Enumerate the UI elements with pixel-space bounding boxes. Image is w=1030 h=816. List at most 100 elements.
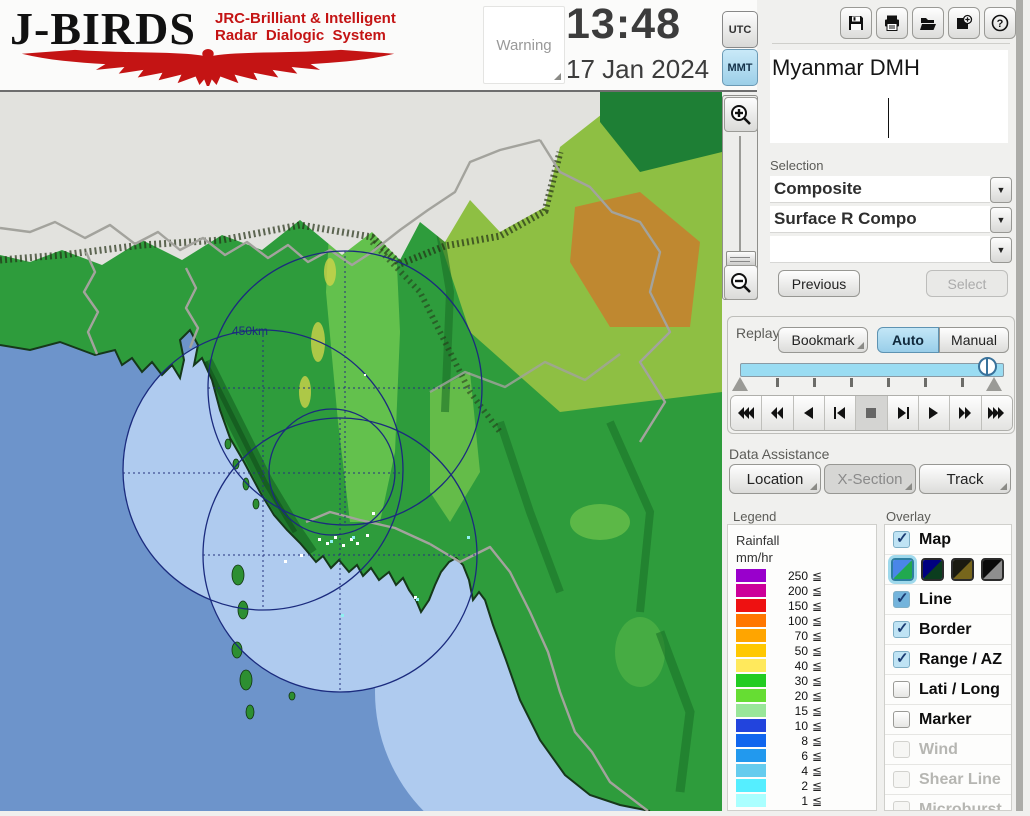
zoom-out-button[interactable]: [724, 265, 758, 300]
bookmark-button[interactable]: Bookmark: [778, 327, 868, 353]
skip-last-button[interactable]: [887, 396, 919, 430]
play-reverse-button[interactable]: [793, 396, 825, 430]
location-button[interactable]: Location: [729, 464, 821, 494]
legend-title: Rainfall mm/hr: [736, 533, 780, 565]
overlay-checkbox[interactable]: [893, 649, 910, 668]
overlay-checkbox[interactable]: [893, 801, 910, 810]
select-button[interactable]: Select: [926, 270, 1008, 297]
replay-slider-thumb[interactable]: [978, 357, 997, 376]
utc-button[interactable]: UTC: [722, 11, 758, 48]
legend-color-swatch: [736, 629, 766, 642]
overlay-row[interactable]: Shear Line: [885, 765, 1011, 795]
play-button[interactable]: [918, 396, 951, 430]
overlay-row-map[interactable]: Map: [885, 525, 1011, 555]
skip-first-icon: [834, 407, 846, 419]
slider-tick: [887, 378, 890, 387]
map-style-swatch[interactable]: [921, 558, 944, 581]
help-icon: ?: [991, 14, 1009, 32]
rewind-fast-button[interactable]: [731, 396, 763, 430]
save-button[interactable]: [840, 7, 872, 39]
zoom-slider-track[interactable]: [739, 136, 741, 251]
overlay-row[interactable]: Line: [885, 585, 1011, 615]
overlay-row[interactable]: Border: [885, 615, 1011, 645]
legend-color-swatch: [736, 794, 766, 807]
overlay-checkbox[interactable]: [893, 619, 910, 638]
play-icon: [929, 407, 939, 419]
forward-button[interactable]: [950, 396, 982, 430]
replay-range-end-marker[interactable]: [986, 377, 1002, 391]
legend-value: 2: [801, 778, 808, 793]
skip-first-button[interactable]: [824, 396, 857, 430]
legend-color-swatch: [736, 599, 766, 612]
add-image-button[interactable]: [948, 7, 980, 39]
replay-group: Replay Bookmark Auto Manual: [727, 316, 1015, 434]
legend-lte-symbol: ≦: [812, 643, 823, 658]
map-checkbox[interactable]: [893, 529, 910, 548]
zoom-in-button[interactable]: [724, 97, 758, 132]
mmt-button[interactable]: MMT: [722, 49, 758, 86]
product-category-value[interactable]: Composite: [770, 176, 990, 203]
product-type-dropdown-button[interactable]: ▼: [990, 207, 1012, 233]
zoom-in-magnifier-icon: [731, 104, 751, 125]
jbirds-window: { "header": { "logo": {"title": "J-BIRDS…: [0, 0, 1030, 812]
map-style-swatch[interactable]: [951, 558, 974, 581]
previous-button[interactable]: Previous: [778, 270, 860, 297]
overlay-checkbox[interactable]: [893, 711, 910, 728]
legend-color-swatch: [736, 674, 766, 687]
replay-range-start-marker[interactable]: [732, 377, 748, 391]
overlay-row[interactable]: Range / AZ: [885, 645, 1011, 675]
warning-button[interactable]: Warning: [483, 6, 565, 84]
panel-splitter[interactable]: [1016, 0, 1023, 811]
auto-mode-button[interactable]: Auto: [877, 327, 939, 353]
product-option-dropdown-button[interactable]: ▼: [990, 237, 1012, 263]
legend-lte-symbol: ≦: [812, 778, 823, 793]
manual-mode-button[interactable]: Manual: [939, 327, 1009, 353]
open-folder-button[interactable]: [912, 7, 944, 39]
svg-text:?: ?: [997, 18, 1004, 30]
product-category-dropdown-button[interactable]: ▼: [990, 177, 1012, 203]
range-ring-label: 450km: [232, 324, 268, 338]
track-button[interactable]: Track: [919, 464, 1011, 494]
legend-entry: 15 ≦: [728, 703, 876, 718]
overlay-row[interactable]: Marker: [885, 705, 1011, 735]
product-type-value[interactable]: Surface R Compo: [770, 206, 990, 233]
legend-entry: 100 ≦: [728, 613, 876, 628]
legend-entry: 2 ≦: [728, 778, 876, 793]
product-option-value[interactable]: [770, 236, 990, 263]
help-button[interactable]: ?: [984, 7, 1016, 39]
legend-box: Rainfall mm/hr 250 ≦ 200 ≦ 150 ≦ 100 ≦ 7…: [727, 524, 877, 811]
overlay-checkbox[interactable]: [893, 681, 910, 698]
legend-color-swatch: [736, 689, 766, 702]
map-style-swatch[interactable]: [981, 558, 1004, 581]
comment-input[interactable]: [770, 94, 1008, 143]
overlay-row[interactable]: Wind: [885, 735, 1011, 765]
overlay-checkbox[interactable]: [893, 589, 910, 608]
slider-tick: [850, 378, 853, 387]
rewind-button[interactable]: [762, 396, 794, 430]
map-style-swatch[interactable]: [891, 558, 914, 581]
forward-fast-icon: [988, 407, 1005, 419]
topographic-map: 450km: [0, 92, 722, 812]
overlay-row[interactable]: Microburst: [885, 795, 1011, 810]
legend-color-swatch: [736, 614, 766, 627]
radar-map-viewport[interactable]: 450km: [0, 92, 722, 812]
overlay-checkbox[interactable]: [893, 771, 910, 788]
overlay-item-label: Line: [919, 590, 952, 608]
skip-last-icon: [897, 407, 909, 419]
legend-lte-symbol: ≦: [812, 568, 823, 583]
eagle-logo-icon: [21, 48, 395, 86]
overlay-box: Map: [884, 524, 1012, 811]
legend-lte-symbol: ≦: [812, 703, 823, 718]
stop-button[interactable]: [856, 396, 888, 430]
print-button[interactable]: [876, 7, 908, 39]
overlay-checkbox[interactable]: [893, 741, 910, 758]
legend-value: 15: [794, 703, 808, 718]
chevron-down-icon: ▼: [996, 185, 1006, 195]
xsection-button[interactable]: X-Section: [824, 464, 916, 494]
clock-date: 17 Jan 2024: [566, 54, 710, 84]
replay-slider-track[interactable]: [740, 363, 1004, 377]
legend-lte-symbol: ≦: [812, 628, 823, 643]
forward-fast-button[interactable]: [981, 396, 1012, 430]
overlay-row[interactable]: Lati / Long: [885, 675, 1011, 705]
overlay-item-label: Map: [919, 530, 951, 548]
